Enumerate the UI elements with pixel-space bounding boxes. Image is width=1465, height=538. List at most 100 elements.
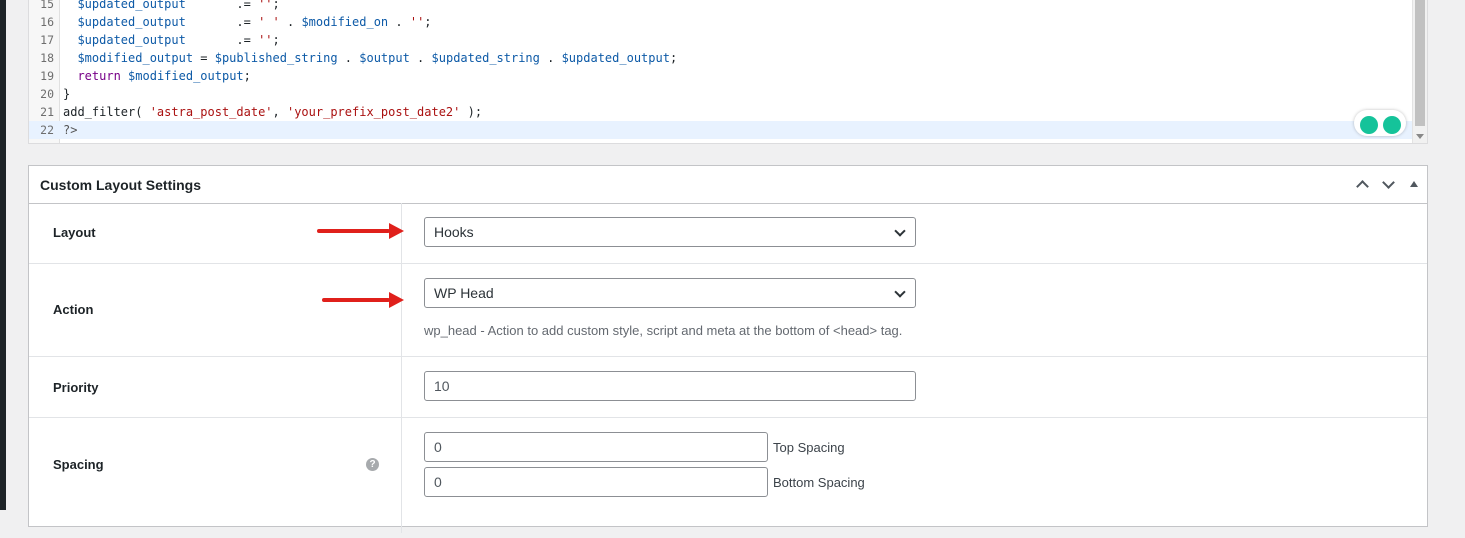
- code-token: $modified_output: [128, 69, 244, 83]
- code-token: '': [258, 0, 273, 11]
- scroll-down-arrow-icon[interactable]: [1416, 134, 1424, 139]
- code-editor[interactable]: 15 $updated_output .= ''; 16 $updated_out…: [28, 0, 1428, 144]
- scrollbar-thumb[interactable]: [1415, 0, 1425, 126]
- grammarly-widget[interactable]: [1354, 110, 1406, 136]
- question-icon[interactable]: ?: [366, 458, 379, 471]
- move-down-button[interactable]: [1379, 175, 1399, 195]
- spacing-row: Spacing 0 Top Spacing 0 Bottom Spacing: [29, 418, 1427, 538]
- action-description: wp_head - Action to add custom style, sc…: [424, 323, 903, 338]
- code-text: ?>: [63, 121, 77, 139]
- grammarly-status-icon[interactable]: [1383, 116, 1401, 134]
- code-token: .=: [185, 0, 259, 11]
- action-select-value: WP Head: [434, 285, 494, 301]
- line-number: 15: [40, 0, 54, 11]
- priority-input[interactable]: 10: [424, 371, 916, 401]
- code-token: );: [460, 105, 483, 119]
- metabox-header: Custom Layout Settings: [29, 166, 1427, 204]
- top-spacing-input[interactable]: 0: [424, 432, 768, 462]
- move-up-button[interactable]: [1353, 175, 1373, 195]
- code-line: 16 $updated_output .= ' ' . $modified_on…: [29, 13, 1413, 31]
- toggle-panel-button[interactable]: [1405, 175, 1425, 195]
- metabox-title: Custom Layout Settings: [40, 177, 202, 193]
- code-token: $updated_output: [561, 51, 670, 65]
- layout-select[interactable]: Hooks: [424, 217, 916, 247]
- top-spacing-label: Top Spacing: [773, 440, 845, 455]
- code-text: }: [63, 85, 70, 103]
- code-text: $updated_output .= '';: [63, 0, 280, 13]
- code-token: }: [63, 87, 71, 101]
- code-token: .: [409, 51, 432, 65]
- code-token: return: [77, 69, 121, 83]
- code-token: ,: [272, 105, 287, 119]
- line-number: 21: [40, 105, 54, 119]
- code-token: .=: [185, 33, 259, 47]
- action-row: Action WP Head wp_head - Action to add c…: [29, 264, 1427, 357]
- code-text: add_filter( 'astra_post_date', 'your_pre…: [63, 103, 482, 121]
- custom-layout-settings-metabox: Custom Layout Settings Layout Hooks Acti…: [28, 165, 1428, 533]
- bottom-spacing-value: 0: [434, 474, 442, 490]
- line-number: 18: [40, 51, 54, 65]
- editor-scrollbar[interactable]: [1412, 0, 1427, 143]
- code-line: 20}: [29, 85, 1413, 103]
- line-number: 22: [40, 123, 54, 137]
- code-token: $updated_output: [77, 33, 186, 47]
- chevron-down-icon: [894, 225, 906, 237]
- code-token: '': [258, 33, 273, 47]
- code-line: 21 add_filter( 'astra_post_date', 'your_p…: [29, 103, 1413, 121]
- code-token: $modified_on: [301, 15, 389, 29]
- code-token: ;: [243, 69, 251, 83]
- code-token: $updated_string: [431, 51, 540, 65]
- grammarly-icon[interactable]: [1360, 116, 1378, 134]
- chevron-up-icon: [1356, 180, 1369, 193]
- code-token: $updated_output: [77, 15, 186, 29]
- code-token: .: [539, 51, 562, 65]
- code-token: .: [337, 51, 360, 65]
- code-token: ;: [424, 15, 432, 29]
- chevron-down-icon: [1382, 176, 1395, 189]
- code-token: $modified_output: [77, 51, 194, 65]
- code-token: ?>: [63, 123, 78, 137]
- code-token: ;: [272, 0, 280, 11]
- code-text: return $modified_output;: [63, 67, 251, 85]
- spacing-label: Spacing: [53, 457, 104, 472]
- code-token: add_filter(: [63, 105, 150, 119]
- priority-label: Priority: [53, 380, 99, 395]
- bottom-spacing-input[interactable]: 0: [424, 467, 768, 497]
- code-line: 19 return $modified_output;: [29, 67, 1413, 85]
- code-line: 22 ?>: [29, 121, 1413, 139]
- action-select[interactable]: WP Head: [424, 278, 916, 308]
- collapse-triangle-icon: [1410, 181, 1418, 187]
- admin-sidebar-edge: [0, 0, 6, 510]
- code-token: $updated_output: [77, 0, 186, 11]
- code-line: 15 $updated_output .= '';: [29, 0, 1413, 13]
- code-line: 17 $updated_output .= '';: [29, 31, 1413, 49]
- code-token: 'your_prefix_post_date2': [286, 105, 461, 119]
- code-token: .: [388, 15, 410, 29]
- top-spacing-value: 0: [434, 439, 442, 455]
- red-arrow-annotation-action: [322, 292, 404, 308]
- code-token: ;: [272, 33, 280, 47]
- layout-select-value: Hooks: [434, 224, 474, 240]
- code-token: 'astra_post_date': [149, 105, 273, 119]
- line-number: 19: [40, 69, 54, 83]
- red-arrow-annotation-layout: [317, 223, 404, 239]
- chevron-down-icon: [894, 286, 906, 298]
- priority-row: Priority 10: [29, 357, 1427, 418]
- code-token: .: [279, 15, 302, 29]
- layout-label: Layout: [53, 225, 96, 240]
- line-number: 20: [40, 87, 54, 101]
- code-line: 18 $modified_output = $published_string …: [29, 49, 1413, 67]
- code-text: $modified_output = $published_string . $…: [63, 49, 677, 67]
- code-text: $updated_output .= '';: [63, 31, 280, 49]
- code-token: ;: [669, 51, 678, 65]
- code-token: '': [409, 15, 425, 29]
- line-number: 17: [40, 33, 54, 47]
- code-text: $updated_output .= ' ' . $modified_on . …: [63, 13, 432, 31]
- bottom-spacing-label: Bottom Spacing: [773, 475, 865, 490]
